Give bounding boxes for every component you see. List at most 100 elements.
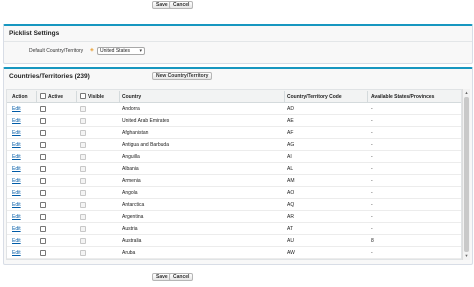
active-checkbox[interactable] bbox=[40, 118, 46, 124]
country-code: AT bbox=[287, 226, 294, 232]
country-code: AL bbox=[287, 166, 294, 172]
edit-link[interactable]: Edit bbox=[12, 178, 21, 184]
active-checkbox[interactable] bbox=[40, 190, 46, 196]
active-checkbox[interactable] bbox=[40, 130, 46, 136]
visible-checkbox bbox=[80, 106, 86, 112]
edit-link[interactable]: Edit bbox=[12, 154, 21, 160]
table-row: Edit Argentina AR - bbox=[7, 211, 461, 223]
table-row: Edit Antarctica AQ - bbox=[7, 199, 461, 211]
table-row: Edit Aruba AW - bbox=[7, 247, 461, 259]
edit-link[interactable]: Edit bbox=[12, 130, 21, 136]
visible-checkbox bbox=[80, 250, 86, 256]
header-active: Active bbox=[48, 94, 64, 100]
available-states: - bbox=[371, 190, 373, 196]
available-states: - bbox=[371, 118, 373, 124]
table-row: Edit Anguilla AI - bbox=[7, 151, 461, 163]
cancel-button-top[interactable]: Cancel bbox=[169, 1, 194, 9]
country-code: AW bbox=[287, 250, 295, 256]
table-row: Edit United Arab Emirates AE - bbox=[7, 115, 461, 127]
table-header: Action Active Visible Country Country/Te… bbox=[7, 90, 461, 103]
active-checkbox[interactable] bbox=[40, 238, 46, 244]
table-row: Edit Afghanistan AF - bbox=[7, 127, 461, 139]
active-checkbox[interactable] bbox=[40, 214, 46, 220]
country-name: Angola bbox=[122, 190, 138, 196]
default-country-value: United States bbox=[100, 48, 131, 54]
available-states: - bbox=[371, 226, 373, 232]
available-states: - bbox=[371, 166, 373, 172]
select-all-visible-checkbox[interactable] bbox=[80, 93, 86, 99]
country-name: Argentina bbox=[122, 214, 144, 220]
scroll-up-icon[interactable]: ▲ bbox=[464, 90, 469, 96]
visible-checkbox bbox=[80, 202, 86, 208]
new-country-button[interactable]: New Country/Territory bbox=[152, 72, 213, 80]
header-action: Action bbox=[12, 94, 28, 100]
countries-table: Action Active Visible Country Country/Te… bbox=[6, 89, 462, 260]
edit-link[interactable]: Edit bbox=[12, 142, 21, 148]
table-row: Edit Armenia AM - bbox=[7, 175, 461, 187]
picklist-settings-title: Picklist Settings bbox=[9, 30, 60, 37]
scroll-thumb[interactable] bbox=[464, 97, 469, 252]
available-states: - bbox=[371, 202, 373, 208]
divider bbox=[4, 41, 472, 42]
available-states: - bbox=[371, 250, 373, 256]
country-name: Anguilla bbox=[122, 154, 140, 160]
country-name: Australia bbox=[122, 238, 142, 244]
picklist-settings-panel: Picklist Settings Default Country/Territ… bbox=[3, 24, 473, 64]
header-visible: Visible bbox=[88, 94, 105, 100]
available-states: - bbox=[371, 178, 373, 184]
visible-checkbox bbox=[80, 154, 86, 160]
edit-link[interactable]: Edit bbox=[12, 166, 21, 172]
available-states: - bbox=[371, 106, 373, 112]
country-code: AF bbox=[287, 130, 294, 136]
country-name: United Arab Emirates bbox=[122, 118, 170, 124]
default-country-select[interactable]: United States ▾ bbox=[97, 47, 145, 55]
available-states: - bbox=[371, 154, 373, 160]
edit-link[interactable]: Edit bbox=[12, 106, 21, 112]
table-row: Edit Albania AL - bbox=[7, 163, 461, 175]
active-checkbox[interactable] bbox=[40, 154, 46, 160]
table-scrollbar[interactable]: ▲ ▼ bbox=[462, 89, 470, 260]
active-checkbox[interactable] bbox=[40, 142, 46, 148]
country-code: AU bbox=[287, 238, 294, 244]
table-row: Edit Antigua and Barbuda AG - bbox=[7, 139, 461, 151]
available-states: - bbox=[371, 130, 373, 136]
edit-link[interactable]: Edit bbox=[12, 250, 21, 256]
chevron-down-icon: ▾ bbox=[139, 48, 142, 54]
active-checkbox[interactable] bbox=[40, 166, 46, 172]
active-checkbox[interactable] bbox=[40, 226, 46, 232]
scroll-down-icon[interactable]: ▼ bbox=[464, 253, 469, 259]
visible-checkbox bbox=[80, 178, 86, 184]
country-code: AR bbox=[287, 214, 294, 220]
edit-link[interactable]: Edit bbox=[12, 190, 21, 196]
visible-checkbox bbox=[80, 238, 86, 244]
edit-link[interactable]: Edit bbox=[12, 238, 21, 244]
edit-link[interactable]: Edit bbox=[12, 202, 21, 208]
visible-checkbox bbox=[80, 226, 86, 232]
country-code: AM bbox=[287, 178, 295, 184]
available-states: - bbox=[371, 142, 373, 148]
edit-link[interactable]: Edit bbox=[12, 214, 21, 220]
country-code: AD bbox=[287, 106, 294, 112]
select-all-active-checkbox[interactable] bbox=[40, 93, 46, 99]
table-row: Edit Austria AT - bbox=[7, 223, 461, 235]
country-name: Austria bbox=[122, 226, 138, 232]
cancel-button-bottom[interactable]: Cancel bbox=[169, 273, 194, 281]
country-code: AG bbox=[287, 142, 295, 148]
countries-title: Countries/Territories (239) bbox=[9, 73, 90, 80]
country-code: AI bbox=[287, 154, 292, 160]
active-checkbox[interactable] bbox=[40, 178, 46, 184]
active-checkbox[interactable] bbox=[40, 202, 46, 208]
active-checkbox[interactable] bbox=[40, 250, 46, 256]
header-country: Country bbox=[122, 94, 142, 100]
available-states: - bbox=[371, 214, 373, 220]
edit-link[interactable]: Edit bbox=[12, 226, 21, 232]
active-checkbox[interactable] bbox=[40, 106, 46, 112]
country-code: AQ bbox=[287, 202, 295, 208]
visible-checkbox bbox=[80, 214, 86, 220]
visible-checkbox bbox=[80, 190, 86, 196]
table-row: Edit Australia AU 8 bbox=[7, 235, 461, 247]
country-name: Afghanistan bbox=[122, 130, 149, 136]
table-row: Edit Andorra AD - bbox=[7, 103, 461, 115]
visible-checkbox bbox=[80, 166, 86, 172]
edit-link[interactable]: Edit bbox=[12, 118, 21, 124]
